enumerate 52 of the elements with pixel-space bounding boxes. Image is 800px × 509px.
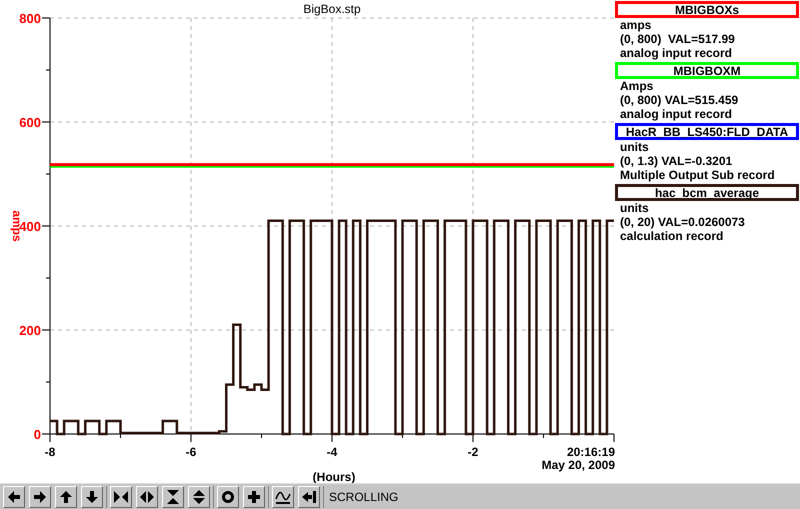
end-time-label: 20:16:19 bbox=[566, 445, 615, 459]
ring-icon bbox=[220, 488, 236, 504]
outward-triangles-icon bbox=[139, 488, 155, 504]
chart-title: BigBox.stp bbox=[303, 2, 361, 16]
legend-header[interactable]: HacR_BB_LS450:FLD_DATA bbox=[615, 123, 799, 140]
toolbar-button[interactable] bbox=[272, 486, 294, 508]
toolbar-button[interactable] bbox=[217, 486, 239, 508]
legend-value: (0, 800) VAL=515.459 bbox=[619, 93, 740, 107]
toolbar-button[interactable] bbox=[29, 486, 51, 508]
arrow-to-bar-icon bbox=[301, 488, 317, 504]
toolbar-button[interactable] bbox=[188, 486, 210, 508]
legend-record-type: analog input record bbox=[619, 46, 734, 62]
left-arrow-icon bbox=[6, 488, 22, 504]
inward-triangles-icon bbox=[113, 488, 129, 504]
toolbar-button[interactable] bbox=[110, 486, 132, 508]
x-tick-label: -6 bbox=[186, 445, 196, 459]
x-tick-label: -8 bbox=[44, 445, 56, 459]
toolbar-button[interactable] bbox=[136, 486, 158, 508]
mode-label: SCROLLING bbox=[329, 488, 398, 506]
legend-record-type: calculation record bbox=[619, 229, 724, 245]
toolbar-button[interactable] bbox=[3, 486, 25, 508]
x-tick-label: -2 bbox=[468, 445, 478, 459]
plus-icon bbox=[246, 488, 262, 504]
vertical-inward-triangles-icon bbox=[165, 488, 181, 504]
toolbar-button[interactable] bbox=[55, 486, 77, 508]
legend-units: units bbox=[619, 140, 650, 154]
up-arrow-icon bbox=[58, 488, 74, 504]
legend-header[interactable]: MBIGBOXM bbox=[615, 62, 799, 79]
right-arrow-icon bbox=[32, 488, 48, 504]
y-tick-label: 0 bbox=[34, 427, 41, 442]
y-tick-label: 400 bbox=[19, 219, 41, 234]
legend-value: (0, 20) VAL=0.0260073 bbox=[619, 215, 746, 229]
toolbar-button[interactable] bbox=[81, 486, 103, 508]
toolbar-button[interactable] bbox=[162, 486, 184, 508]
y-tick-label: 600 bbox=[19, 115, 41, 130]
legend-header[interactable]: hac_bcm_average bbox=[615, 184, 799, 201]
x-tick-label: -4 bbox=[326, 445, 338, 459]
toolbar-button[interactable] bbox=[298, 486, 320, 508]
legend-record-type: analog input record bbox=[619, 107, 734, 123]
legend-units: amps bbox=[619, 18, 652, 32]
y-tick-label: 800 bbox=[19, 11, 41, 26]
date-label: May 20, 2009 bbox=[542, 458, 615, 472]
legend-record-type: Multiple Output Sub record bbox=[619, 168, 776, 184]
y-tick-label: 200 bbox=[19, 323, 41, 338]
down-arrow-icon bbox=[84, 488, 100, 504]
legend-value: (0, 1.3) VAL=-0.3201 bbox=[619, 154, 734, 168]
vertical-outward-triangles-icon bbox=[191, 488, 207, 504]
toolbar-button[interactable] bbox=[243, 486, 265, 508]
legend-units: units bbox=[619, 201, 650, 215]
legend-value: (0, 800) VAL=517.99 bbox=[619, 32, 736, 46]
legend-header[interactable]: MBIGBOXs bbox=[615, 1, 799, 18]
legend-units: Amps bbox=[619, 79, 654, 93]
